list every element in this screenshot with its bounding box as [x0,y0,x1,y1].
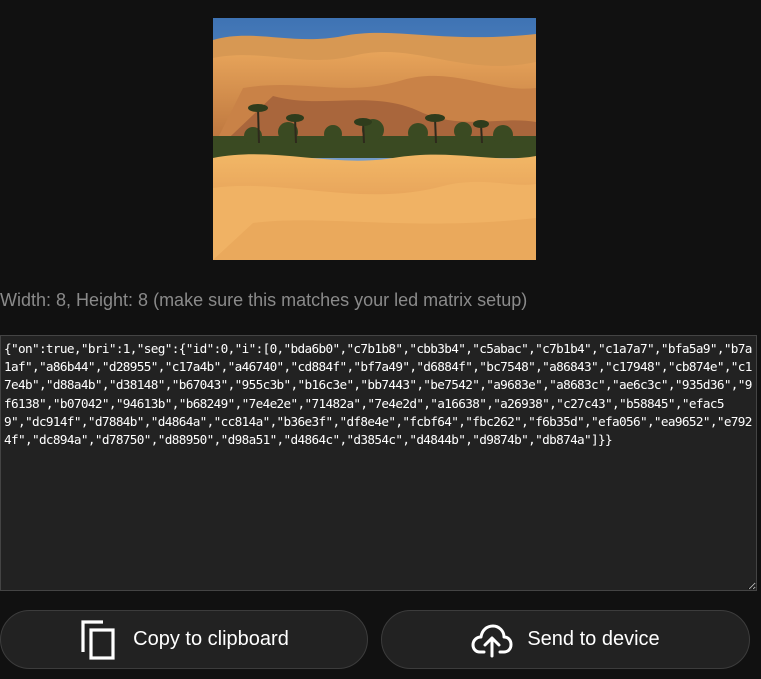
copy-icon [79,618,119,662]
desert-image [213,18,536,260]
copy-to-clipboard-button[interactable]: Copy to clipboard [0,610,368,669]
matrix-dimensions-text: Width: 8, Height: 8 (make sure this matc… [0,290,528,310]
json-output-textarea[interactable]: {"on":true,"bri":1,"seg":{"id":0,"i":[0,… [0,335,757,591]
send-to-device-button[interactable]: Send to device [381,610,750,669]
image-preview [213,18,536,260]
cloud-upload-icon [471,622,513,658]
copy-button-label: Copy to clipboard [133,628,289,650]
send-button-label: Send to device [527,628,660,650]
